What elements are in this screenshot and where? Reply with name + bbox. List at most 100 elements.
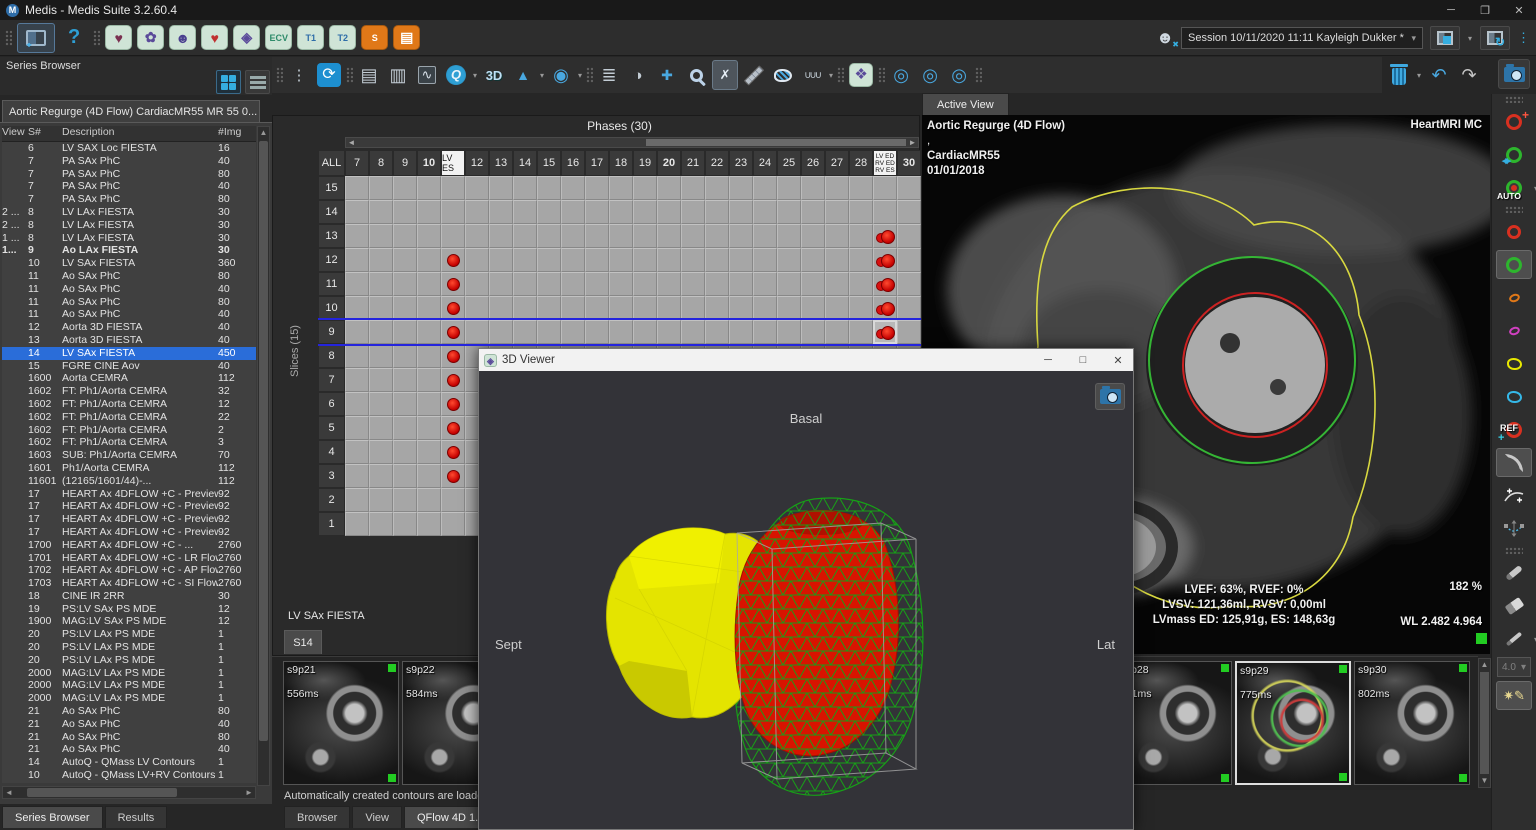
- matrix-cell[interactable]: [345, 176, 369, 200]
- matrix-cell[interactable]: [633, 320, 657, 344]
- slice-label[interactable]: 12: [318, 248, 345, 272]
- phase-header[interactable]: 22: [705, 150, 729, 176]
- matrix-cell[interactable]: [681, 320, 705, 344]
- matrix-cell[interactable]: [417, 272, 441, 296]
- thumbnail[interactable]: s9p30802ms: [1354, 661, 1470, 785]
- matrix-cell[interactable]: [585, 176, 609, 200]
- series-row[interactable]: 1602FT: Ph1/Aorta CEMRA3: [2, 436, 256, 449]
- matrix-cell[interactable]: [657, 176, 681, 200]
- series-row[interactable]: 1602FT: Ph1/Aorta CEMRA2: [2, 424, 256, 437]
- matrix-cell[interactable]: [537, 296, 561, 320]
- series-row[interactable]: 7PA SAx PhC40: [2, 155, 256, 168]
- matrix-cell[interactable]: [729, 176, 753, 200]
- series-row[interactable]: 1 ...8LV LAx FIESTA30: [2, 232, 256, 245]
- matrix-cell[interactable]: [873, 200, 897, 224]
- matrix-cell[interactable]: [417, 368, 441, 392]
- matrix-cell[interactable]: [369, 368, 393, 392]
- phase-header[interactable]: 16: [561, 150, 585, 176]
- matrix-cell[interactable]: [585, 224, 609, 248]
- snapshot-button[interactable]: [1498, 59, 1530, 89]
- series-row[interactable]: 17HEART Ax 4DFLOW +C - Preview92: [2, 488, 256, 501]
- spline-select-button[interactable]: ✗: [712, 60, 738, 90]
- matrix-cell[interactable]: [369, 272, 393, 296]
- series-row[interactable]: 2000MAG:LV LAx PS MDE1: [2, 679, 256, 692]
- chevron-down-icon[interactable]: ▾: [828, 71, 834, 80]
- minimize-button[interactable]: ─: [1033, 349, 1063, 371]
- matrix-cell[interactable]: [561, 200, 585, 224]
- matrix-cell[interactable]: [681, 176, 705, 200]
- series-row[interactable]: 1601Ph1/Aorta CEMRA112: [2, 462, 256, 475]
- chevron-down-icon[interactable]: ▾: [1416, 71, 1422, 80]
- matrix-cell[interactable]: [537, 200, 561, 224]
- matrix-cell[interactable]: [393, 320, 417, 344]
- slice-label[interactable]: 7: [318, 368, 345, 392]
- matrix-cell[interactable]: [393, 176, 417, 200]
- jet-button[interactable]: ▲: [510, 60, 536, 90]
- phase-header[interactable]: 28: [849, 150, 873, 176]
- strip-scrollbar[interactable]: ▲▼: [1478, 658, 1491, 788]
- yellow-roi-button[interactable]: [1496, 349, 1532, 378]
- matrix-cell[interactable]: [393, 392, 417, 416]
- tab-view[interactable]: View: [352, 806, 402, 828]
- matrix-cell[interactable]: [849, 296, 873, 320]
- matrix-cell[interactable]: [753, 272, 777, 296]
- matrix-cell[interactable]: [537, 248, 561, 272]
- rv-endo-button[interactable]: [1496, 283, 1532, 312]
- matrix-cell[interactable]: [825, 296, 849, 320]
- series-row[interactable]: 21Ao SAx PhC80: [2, 705, 256, 718]
- chevron-down-icon[interactable]: ▾: [539, 71, 545, 80]
- velocity-curves-button[interactable]: ∪∪∪: [799, 60, 825, 90]
- phase-header[interactable]: 10: [417, 150, 441, 176]
- series-row[interactable]: 2000MAG:LV LAx PS MDE1: [2, 667, 256, 680]
- lv-epi-button[interactable]: [1496, 250, 1532, 279]
- matrix-cell[interactable]: [825, 224, 849, 248]
- matrix-cell[interactable]: [753, 224, 777, 248]
- matrix-cell[interactable]: [657, 320, 681, 344]
- matrix-cell[interactable]: [369, 488, 393, 512]
- matrix-cell[interactable]: [513, 272, 537, 296]
- pan-button[interactable]: ✚: [654, 60, 680, 90]
- phase-header[interactable]: 30: [897, 150, 921, 176]
- matrix-cell[interactable]: [369, 344, 393, 368]
- matrix-cell[interactable]: [393, 416, 417, 440]
- slice-label[interactable]: 2: [318, 488, 345, 512]
- matrix-cell[interactable]: [657, 296, 681, 320]
- column-header[interactable]: Description: [62, 126, 218, 141]
- layout-button[interactable]: [17, 23, 55, 53]
- matrix-cell[interactable]: [825, 272, 849, 296]
- series-row[interactable]: 1602FT: Ph1/Aorta CEMRA32: [2, 385, 256, 398]
- matrix-cell[interactable]: [873, 176, 897, 200]
- series-row[interactable]: 1900MAG:LV SAx PS MDE12: [2, 615, 256, 628]
- reset-layout-button[interactable]: [1480, 26, 1510, 50]
- arc-tool-button[interactable]: [1496, 448, 1532, 477]
- help-button[interactable]: ?: [60, 26, 88, 49]
- scroll-up-icon[interactable]: ▲: [1479, 659, 1490, 671]
- matrix-cell[interactable]: [417, 200, 441, 224]
- phase-header[interactable]: 18: [609, 150, 633, 176]
- matrix-cell[interactable]: [609, 224, 633, 248]
- matrix-cell[interactable]: [849, 224, 873, 248]
- chevron-down-icon[interactable]: ▾: [1467, 34, 1473, 43]
- matrix-cell[interactable]: [681, 272, 705, 296]
- series-row[interactable]: 15FGRE CINE Aov40: [2, 360, 256, 373]
- matrix-cell[interactable]: [897, 248, 921, 272]
- viewer3d-title-bar[interactable]: ◈ 3D Viewer ─ □ ✕: [479, 349, 1133, 371]
- matrix-cell[interactable]: [777, 320, 801, 344]
- thumbnail[interactable]: s9p21556ms: [283, 661, 399, 785]
- series-row[interactable]: 17HEART Ax 4DFLOW +C - Preview92: [2, 513, 256, 526]
- matrix-cell[interactable]: [609, 296, 633, 320]
- phase-header[interactable]: 27: [825, 150, 849, 176]
- matrix-cell[interactable]: [681, 224, 705, 248]
- phase-header[interactable]: 26: [801, 150, 825, 176]
- matrix-cell[interactable]: [705, 176, 729, 200]
- matrix-cell[interactable]: [465, 248, 489, 272]
- reference-button[interactable]: REF+: [1496, 415, 1532, 444]
- matrix-cell[interactable]: [825, 176, 849, 200]
- series-row[interactable]: 2 ...8LV LAx FIESTA30: [2, 206, 256, 219]
- column-header[interactable]: View: [2, 126, 28, 141]
- scroll-left-icon[interactable]: ◄: [346, 138, 357, 147]
- brush-size-select[interactable]: 4.0▾: [1497, 657, 1531, 677]
- scrollbar-thumb[interactable]: [646, 139, 906, 146]
- matrix-cell[interactable]: [393, 464, 417, 488]
- phase-header[interactable]: 17: [585, 150, 609, 176]
